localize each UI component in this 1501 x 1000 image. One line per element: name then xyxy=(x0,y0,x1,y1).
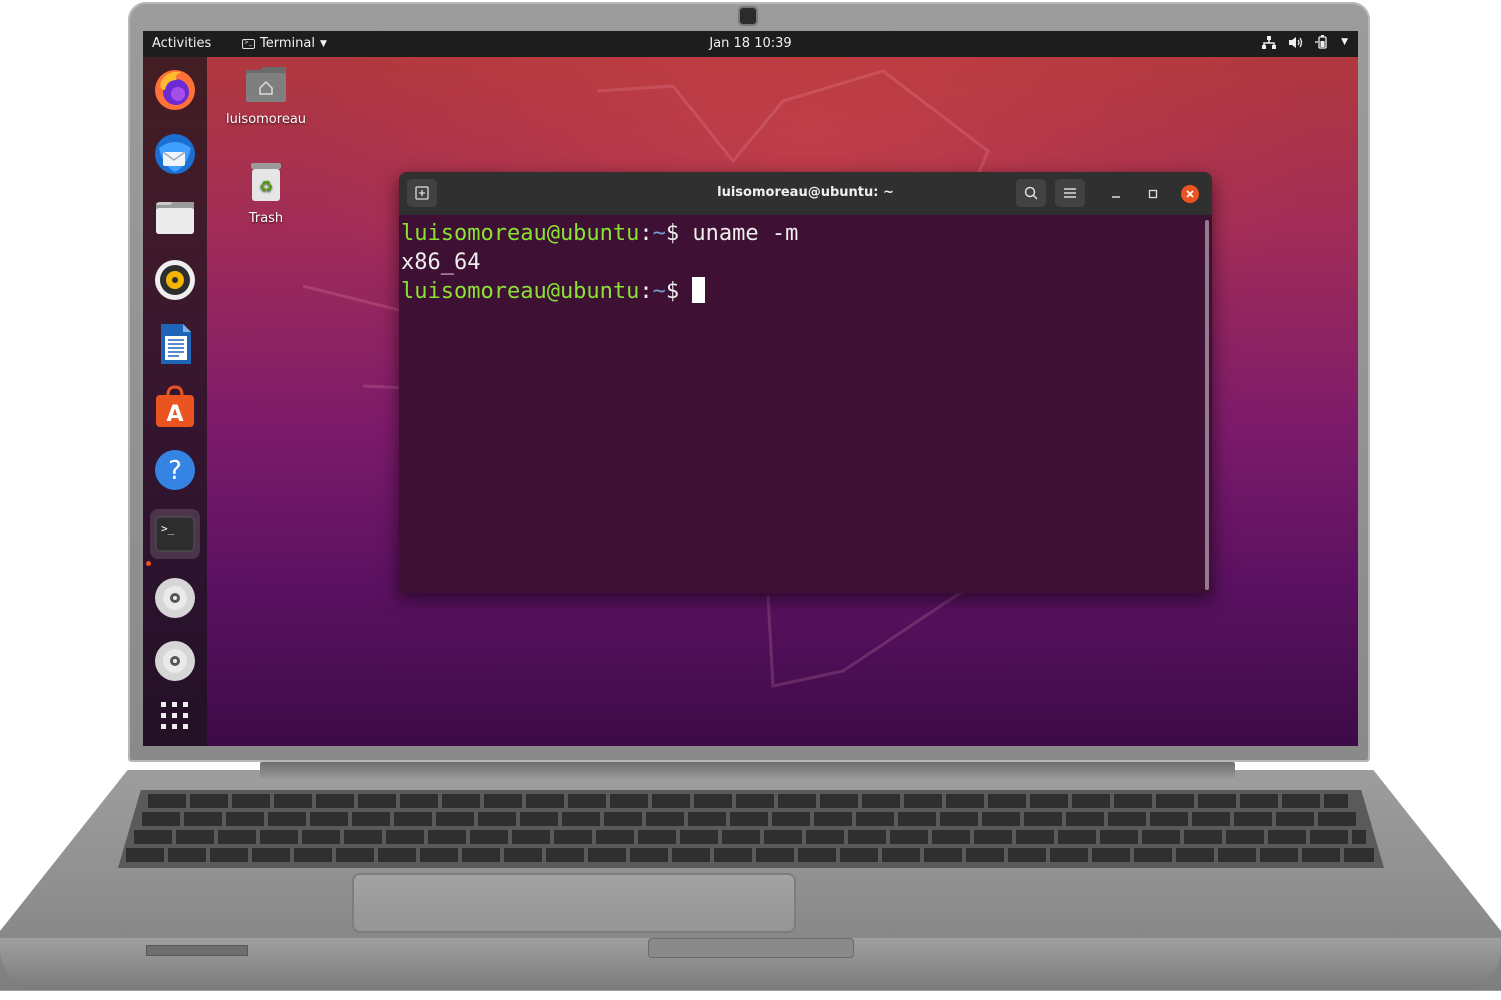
dock-help[interactable]: ? xyxy=(150,445,200,495)
svg-text:♻: ♻ xyxy=(259,177,273,196)
help-icon: ? xyxy=(155,450,195,490)
lid-notch xyxy=(648,938,854,958)
writer-icon xyxy=(161,324,191,364)
dock-writer[interactable] xyxy=(150,319,200,369)
minimize-icon xyxy=(1112,196,1120,198)
svg-text:>_: >_ xyxy=(161,522,175,535)
top-bar: Activities >_ Terminal ▼ Jan 18 10:39 ▼ xyxy=(143,31,1358,57)
system-menu-chevron-icon: ▼ xyxy=(1341,37,1348,47)
trash-icon: ♻ xyxy=(251,163,281,201)
clock[interactable]: Jan 18 10:39 xyxy=(143,36,1358,51)
minimize-button[interactable] xyxy=(1107,185,1125,203)
hamburger-icon xyxy=(1064,188,1076,198)
volume-icon xyxy=(1289,36,1303,48)
prompt-symbol: $ xyxy=(665,279,693,304)
thunderbird-icon xyxy=(155,134,195,174)
show-applications-button[interactable] xyxy=(150,691,200,741)
keyboard xyxy=(118,790,1384,868)
terminal-scrollbar[interactable] xyxy=(1205,220,1209,590)
laptop-hinge xyxy=(260,762,1235,782)
files-icon xyxy=(156,202,194,234)
dock: A ? >_ xyxy=(143,57,207,746)
prompt-path: ~ xyxy=(652,279,666,304)
home-folder-icon xyxy=(246,67,286,102)
screen: Activities >_ Terminal ▼ Jan 18 10:39 ▼ … xyxy=(143,31,1358,746)
prompt-user-host: luisomoreau@ubuntu xyxy=(401,221,640,246)
svg-text:A: A xyxy=(166,402,183,427)
network-icon xyxy=(1262,35,1277,49)
terminal-title: luisomoreau@ubuntu: ~ xyxy=(717,185,894,200)
battery-icon xyxy=(1315,35,1327,49)
search-icon xyxy=(1024,186,1038,200)
dock-rhythmbox[interactable] xyxy=(150,255,200,305)
disc-icon xyxy=(155,641,195,681)
webcam xyxy=(740,8,756,24)
dock-software[interactable]: A xyxy=(150,382,200,432)
disc-icon xyxy=(155,578,195,618)
terminal-window[interactable]: luisomoreau@ubuntu: ~ luisomoreau@ubuntu… xyxy=(399,172,1212,593)
app-grid-icon xyxy=(161,702,188,729)
maximize-button[interactable] xyxy=(1144,185,1162,203)
hamburger-menu-button[interactable] xyxy=(1055,179,1085,207)
close-button[interactable] xyxy=(1181,185,1199,203)
terminal-line-3: luisomoreau@ubuntu:~$ xyxy=(401,277,1205,306)
terminal-header-bar[interactable]: luisomoreau@ubuntu: ~ xyxy=(399,172,1212,215)
terminal-output[interactable]: luisomoreau@ubuntu:~$ uname -m x86_64 lu… xyxy=(399,215,1205,593)
trackpad xyxy=(352,873,796,933)
dock-thunderbird[interactable] xyxy=(150,129,200,179)
terminal-line-2: x86_64 xyxy=(401,248,1205,277)
card-slot xyxy=(146,945,248,956)
prompt-user-host: luisomoreau@ubuntu xyxy=(401,279,640,304)
home-folder-label: luisomoreau xyxy=(225,112,307,127)
close-icon xyxy=(1186,190,1194,198)
text-cursor xyxy=(692,277,706,303)
dock-files[interactable] xyxy=(150,192,200,242)
dock-disc-1[interactable] xyxy=(150,573,200,623)
terminal-icon: >_ xyxy=(155,516,195,552)
maximize-icon xyxy=(1148,189,1158,199)
desktop-home-folder[interactable]: luisomoreau xyxy=(216,64,316,127)
dock-terminal[interactable]: >_ xyxy=(150,509,200,559)
command-output: x86_64 xyxy=(401,250,481,275)
trash-label: Trash xyxy=(248,211,284,226)
rhythmbox-icon xyxy=(155,260,195,300)
prompt-separator: : xyxy=(639,221,653,246)
dock-firefox[interactable] xyxy=(150,65,200,115)
search-button[interactable] xyxy=(1016,179,1046,207)
command-text: uname -m xyxy=(692,221,799,246)
firefox-icon xyxy=(155,70,195,110)
svg-text:?: ? xyxy=(168,456,182,486)
system-tray[interactable]: ▼ xyxy=(1262,35,1348,49)
dock-disc-2[interactable] xyxy=(150,636,200,686)
running-indicator xyxy=(146,561,151,566)
prompt-separator: : xyxy=(639,279,653,304)
terminal-line-1: luisomoreau@ubuntu:~$ uname -m xyxy=(401,219,1205,248)
software-icon: A xyxy=(156,385,194,427)
desktop-trash[interactable]: ♻ Trash xyxy=(216,161,316,226)
prompt-symbol: $ xyxy=(665,221,693,246)
prompt-path: ~ xyxy=(652,221,666,246)
